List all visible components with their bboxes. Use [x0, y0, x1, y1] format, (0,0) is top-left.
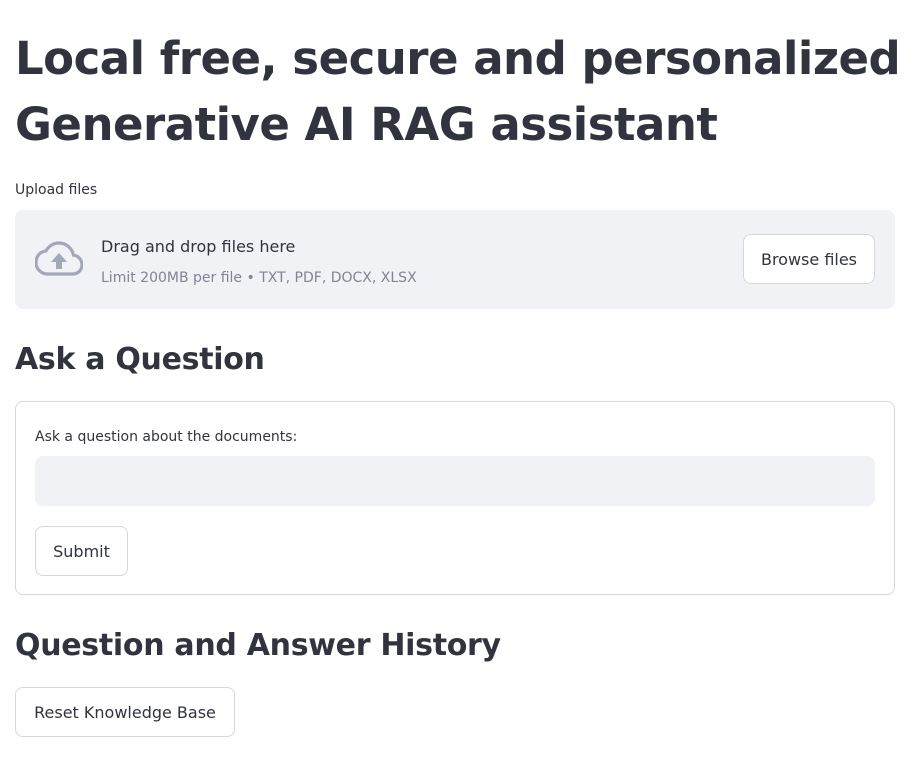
browse-files-button[interactable]: Browse files — [743, 234, 875, 284]
question-form: Ask a question about the documents: Subm… — [15, 401, 895, 595]
reset-knowledge-base-button[interactable]: Reset Knowledge Base — [15, 687, 235, 737]
qa-history-heading: Question and Answer History — [15, 628, 501, 663]
question-input-label: Ask a question about the documents: — [35, 429, 298, 445]
file-dropzone[interactable]: Drag and drop files here Limit 200MB per… — [15, 210, 895, 309]
dropzone-limit-text: Limit 200MB per file • TXT, PDF, DOCX, X… — [101, 270, 417, 286]
dropzone-instructions: Drag and drop files here — [101, 237, 296, 256]
cloud-upload-icon — [34, 241, 84, 277]
ask-question-heading: Ask a Question — [15, 342, 265, 377]
question-input[interactable] — [35, 456, 875, 506]
page-title: Local free, secure and personalized Gene… — [15, 32, 901, 151]
submit-button[interactable]: Submit — [35, 526, 128, 576]
upload-files-label: Upload files — [15, 182, 98, 198]
